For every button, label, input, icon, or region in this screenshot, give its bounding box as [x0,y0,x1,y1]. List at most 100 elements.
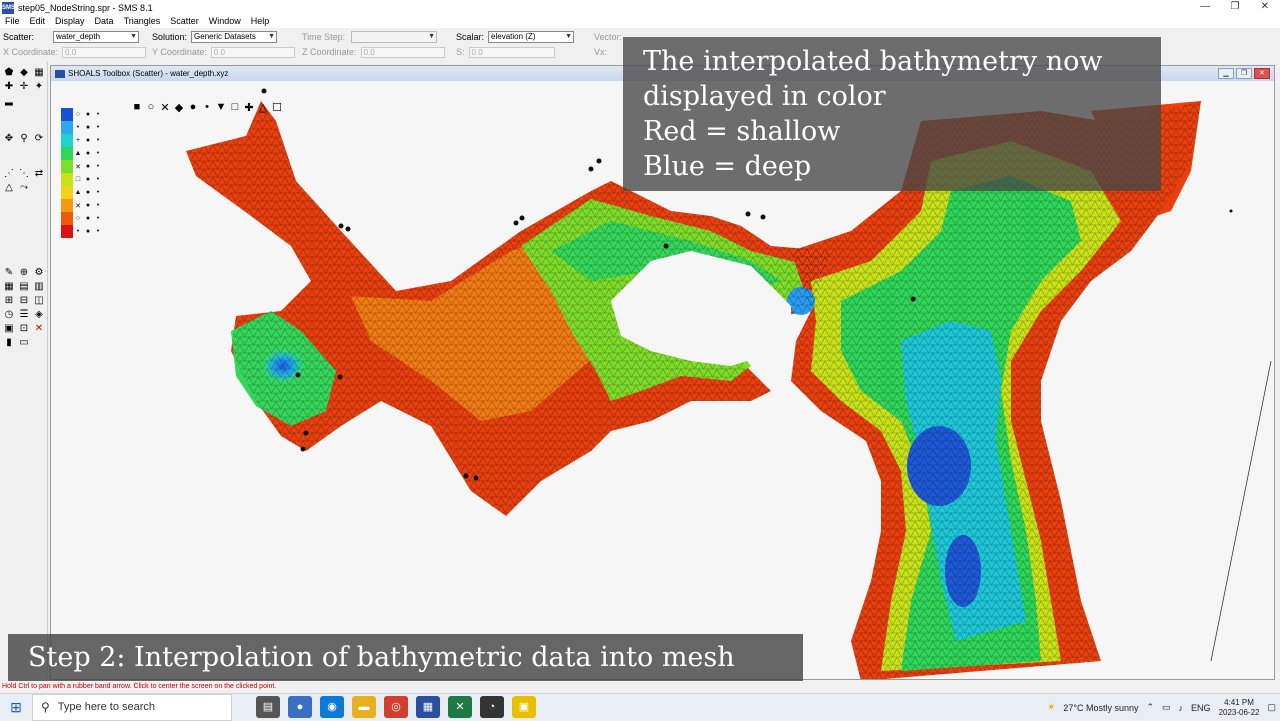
legend-row: ○ ● • [61,212,113,225]
tool-palette: ⬟ ◆ ▦ ✚ ✛ ✦ ▂ ✥ ⚲ ⟳ ⋰ ⋱ ⇄ △ ⤳ ✎ ⊕ ⚙ ▦ ▤ … [0,62,48,678]
z-coord-field[interactable]: 0.0 [360,46,445,58]
clock[interactable]: 4:41 PM 2023-06-22 [1219,698,1260,718]
z-coord-label: Z Coordinate: [302,47,357,57]
merge-tool-icon[interactable]: ⊞ [2,294,16,308]
contour-tool-icon[interactable]: ◫ [32,294,46,308]
clock-time: 4:41 PM [1224,697,1254,707]
timestep-select[interactable]: ▼ [351,31,437,43]
tool-app-icon[interactable]: ◔ [480,696,504,718]
menu-help[interactable]: Help [246,15,275,28]
axis-line [1210,360,1272,662]
weather-text[interactable]: 27°C Mostly sunny [1063,703,1138,713]
book-tool-icon[interactable]: ▮ [2,336,16,350]
blue-shape-tool-icon[interactable]: ◈ [32,308,46,322]
sms-app-icon[interactable]: ▦ [416,696,440,718]
weather-icon[interactable]: ☀ [1047,702,1055,713]
x-coord-field[interactable]: 0.0 [62,46,147,58]
color-legend: ○ ● • • ● • + ● • ▲ ● • ✕ ● • □ ● • ▲ ● • ✕ ● • ○ ● • • ● • [61,108,113,238]
chrome-icon[interactable]: ◎ [384,696,408,718]
close-button[interactable]: ✕ [1250,0,1280,15]
pan-tool-icon[interactable]: ✥ [2,132,16,146]
minimize-button[interactable]: — [1190,0,1220,15]
s-field[interactable]: 0.0 [468,46,555,58]
x-symbol-icon[interactable]: ✕ [159,101,171,114]
square-symbol-icon[interactable]: ■ [131,101,143,114]
layers-tool-icon[interactable]: ☰ [17,308,31,322]
nodes-tool-icon[interactable]: ⊕ [17,266,31,280]
media-app-icon[interactable]: ▣ [512,696,536,718]
edit-tool-icon[interactable]: ✎ [2,266,16,280]
filled-circle-symbol-icon[interactable]: ● [187,101,199,114]
circle-symbol-icon[interactable]: ○ [145,101,157,114]
zoom-tool-icon[interactable]: ⚲ [17,132,31,146]
triangle-down-symbol-icon[interactable]: ▼ [215,101,227,114]
settings-tool-icon[interactable]: ⚙ [32,266,46,280]
grid-tool-icon[interactable]: ▦ [32,66,46,80]
task-view-icon[interactable]: ▤ [256,696,280,718]
plus-symbol-icon[interactable]: ✚ [243,101,255,114]
triangle-symbol-icon[interactable]: △ [257,101,269,114]
doc-close-button[interactable]: ✕ [1254,68,1270,79]
chart-tool-icon[interactable]: ▂ [2,94,16,108]
legend-symbol: ● [85,137,91,144]
menu-file[interactable]: File [0,15,25,28]
select-triangle-tool-icon[interactable]: ⋰ [2,167,16,181]
file-explorer-icon[interactable]: ▬ [352,696,376,718]
create-point-tool-icon[interactable]: ✚ [2,80,16,94]
open-square-symbol-icon[interactable]: □ [229,101,241,114]
clock-tool-icon[interactable]: ◷ [2,308,16,322]
calendar-tool-icon[interactable]: ▣ [2,322,16,336]
folder-tool-icon[interactable]: ▭ [17,336,31,350]
caption-bottom: Step 2: Interpolation of bathymetric dat… [8,634,803,682]
split-tool-icon[interactable]: ⤳ [17,181,31,195]
doc-restore-button[interactable]: ❐ [1236,68,1252,79]
maximize-button[interactable]: ❐ [1220,0,1250,15]
split-cell-tool-icon[interactable]: ⊟ [17,294,31,308]
diamond-symbol-icon[interactable]: ◆ [173,101,185,114]
legend-swatch [61,121,73,134]
chat-icon[interactable]: ● [288,696,312,718]
y-coord-field[interactable]: 0.0 [210,46,295,58]
legend-symbol: ● [85,215,91,222]
mesh-edit-tool-icon[interactable]: ▤ [17,280,31,294]
network-icon[interactable]: ▭ [1162,702,1171,713]
notification-icon[interactable]: ▢ [1267,702,1276,713]
menu-window[interactable]: Window [204,15,246,28]
menu-scatter[interactable]: Scatter [165,15,204,28]
move-point-tool-icon[interactable]: ✛ [17,80,31,94]
legend-symbol: • [96,202,100,209]
mesh-refine-tool-icon[interactable]: ▥ [32,280,46,294]
caption-top-line4: Blue = deep [643,151,812,182]
search-icon: ⚲ [41,700,50,714]
tray-chevron-icon[interactable]: ⌃ [1146,702,1154,713]
mesh-tool-icon[interactable]: ▦ [2,280,16,294]
solution-select[interactable]: Generic Datasets ▼ [191,31,278,43]
menu-display[interactable]: Display [50,15,90,28]
save-tool-icon[interactable]: ⊡ [17,322,31,336]
edit-point-tool-icon[interactable]: ✦ [32,80,46,94]
menu-data[interactable]: Data [90,15,119,28]
legend-symbol: ✕ [75,202,81,210]
rotate-tool-icon[interactable]: ⟳ [32,132,46,146]
scalar-select[interactable]: elevation (Z) ▼ [488,31,575,43]
square-hollow-symbol-icon[interactable]: ☐ [271,101,283,114]
taskbar-search[interactable]: ⚲ Type here to search [32,693,232,721]
select-dataset-tool-icon[interactable]: ◆ [17,66,31,80]
scatter-select[interactable]: water_depth ▼ [53,31,139,43]
dot-symbol-icon[interactable]: • [201,101,213,114]
lang-indicator[interactable]: ENG [1191,703,1211,713]
title-bar: SMS step05_NodeString.spr - SMS 8.1 — ❐ … [0,0,1280,15]
windows-start-icon[interactable]: ⊞ [0,694,32,721]
swap-edge-tool-icon[interactable]: ⇄ [32,167,46,181]
document-icon [55,69,65,78]
edge-icon[interactable]: ◉ [320,696,344,718]
doc-minimize-button[interactable]: ▁ [1218,68,1234,79]
volume-icon[interactable]: ♪ [1179,703,1184,713]
create-triangle-tool-icon[interactable]: ⋱ [17,167,31,181]
triangle-tool-icon[interactable]: △ [2,181,16,195]
delete-tool-icon[interactable]: ✕ [32,322,46,336]
menu-triangles[interactable]: Triangles [119,15,166,28]
menu-edit[interactable]: Edit [25,15,51,28]
excel-icon[interactable]: ✕ [448,696,472,718]
select-scatter-tool-icon[interactable]: ⬟ [2,66,16,80]
